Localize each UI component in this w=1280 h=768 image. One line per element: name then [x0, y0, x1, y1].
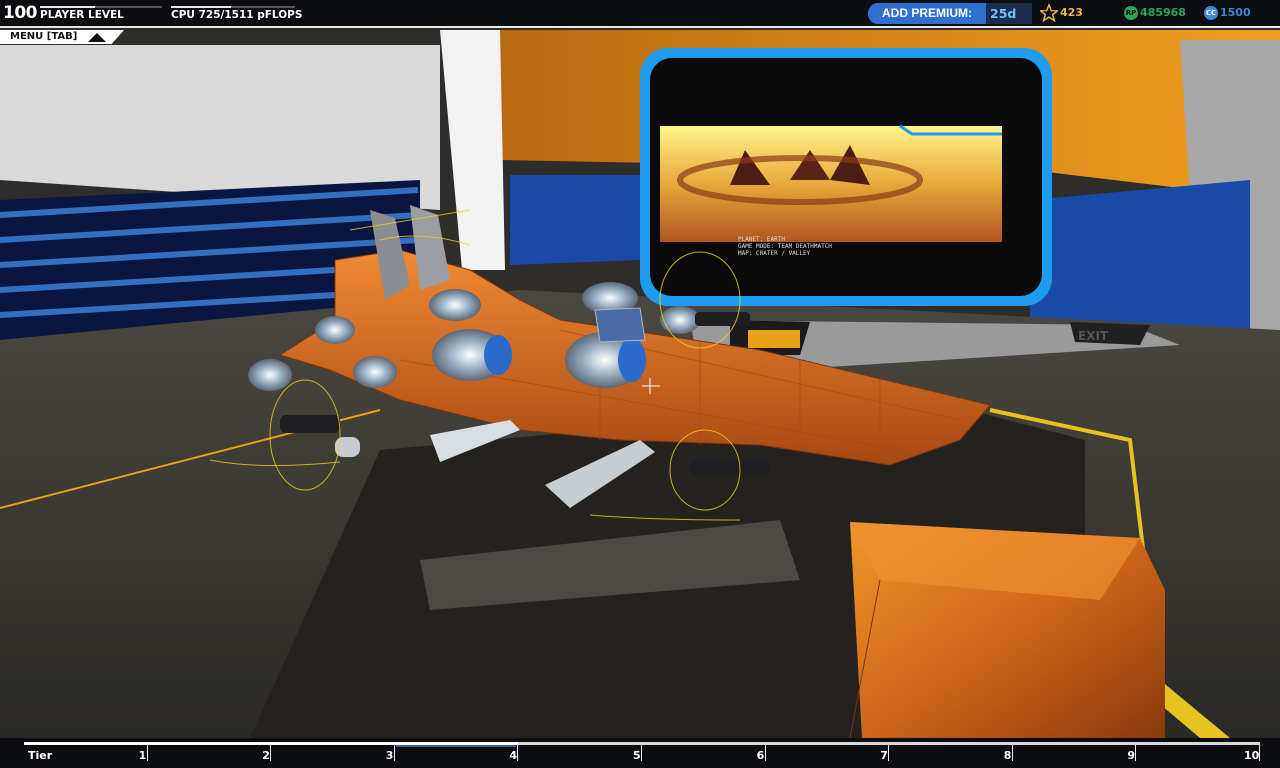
player-level-progress — [40, 6, 162, 8]
tier-tick — [146, 745, 148, 761]
tier-number: 3 — [385, 749, 394, 762]
cosmetic-credits-value: 1500 — [1220, 6, 1251, 19]
tier-tick — [888, 745, 890, 761]
tier-number: 5 — [633, 749, 641, 762]
tier-number: 2 — [262, 749, 270, 762]
menu-label[interactable]: MENU [TAB] — [10, 31, 77, 42]
cosmetic-credits-icon: CC — [1204, 6, 1218, 20]
tier-tick — [393, 745, 395, 761]
tier-tick — [517, 745, 519, 761]
star-icon — [1040, 3, 1058, 23]
tier-number: 8 — [1003, 749, 1012, 762]
tier-number: 1 — [138, 749, 147, 762]
tier-number: 6 — [756, 749, 765, 762]
player-level-number: 100 — [3, 3, 38, 23]
tier-tick — [1135, 745, 1137, 761]
current-tier-highlight — [396, 745, 516, 747]
cpu-usage-label: CPU 725/1511 pFLOPS — [171, 9, 303, 21]
player-level-label: PLAYER LEVEL — [40, 9, 124, 21]
cpu-usage-bar — [171, 6, 295, 8]
top-hud: 100 PLAYER LEVEL CPU 725/1511 pFLOPS ADD… — [0, 0, 1280, 28]
premium-days-remaining: 25d — [986, 3, 1032, 24]
tier-tick — [764, 745, 766, 761]
tier-number: 9 — [1127, 749, 1136, 762]
tier-number: 10 — [1244, 749, 1260, 762]
robot-points-value: 485968 — [1140, 6, 1186, 19]
orange-cube-block[interactable] — [0, 0, 1280, 768]
tier-number: 7 — [880, 749, 888, 762]
tier-tick — [641, 745, 642, 761]
tier-label: Tier — [28, 749, 53, 762]
chevron-up-icon[interactable] — [88, 32, 106, 42]
tier-tick — [1011, 745, 1013, 761]
tier-number: 4 — [509, 749, 518, 762]
add-premium-button[interactable]: ADD PREMIUM: — [868, 3, 986, 24]
tier-tick — [270, 745, 272, 761]
star-count: 423 — [1060, 6, 1083, 19]
robot-points-icon: RP — [1124, 6, 1138, 20]
